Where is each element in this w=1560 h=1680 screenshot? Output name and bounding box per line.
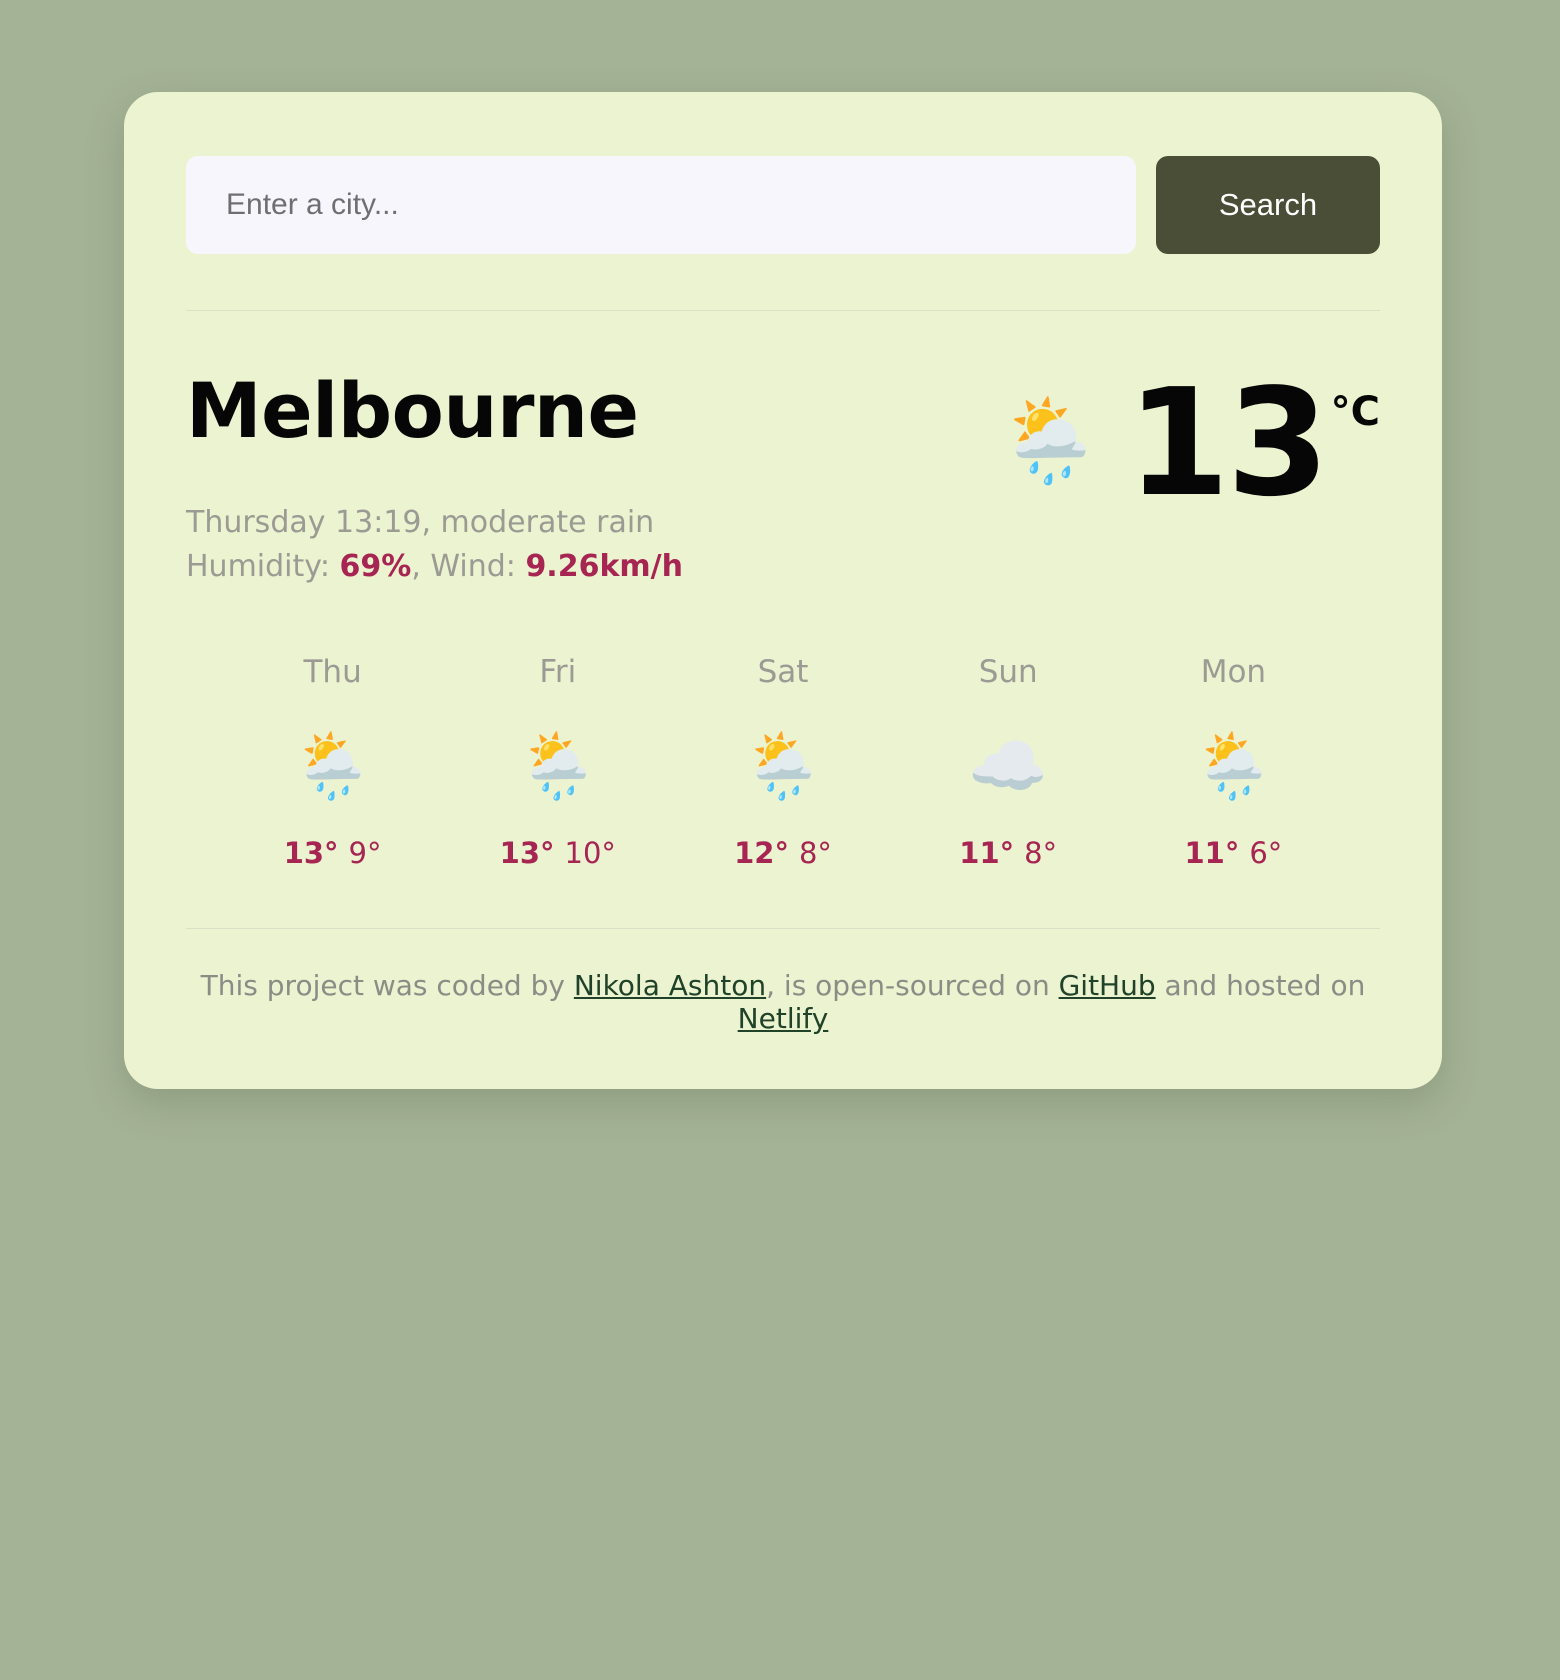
humidity-label: Humidity: <box>186 549 340 585</box>
forecast-day-temps: 11° 8° <box>896 836 1121 870</box>
github-link[interactable]: GitHub <box>1059 969 1156 1002</box>
sun-behind-rain-cloud-icon: 🌦️ <box>743 729 823 802</box>
current-conditions: Thursday 13:19, moderate rain Humidity: … <box>186 501 683 590</box>
app-background: Search Melbourne Thursday 13:19, moderat… <box>0 0 1560 1680</box>
forecast-day: Fri 🌦️ 13° 10° <box>445 654 670 870</box>
current-weather-section: Melbourne Thursday 13:19, moderate rain … <box>186 369 1380 590</box>
forecast-temp-min: 8° <box>798 835 832 870</box>
temperature-unit[interactable]: °C <box>1331 389 1380 435</box>
conditions-line: Thursday 13:19, moderate rain <box>186 505 655 540</box>
current-weather-details: Melbourne Thursday 13:19, moderate rain … <box>186 369 683 590</box>
forecast-temp-min: 9° <box>348 835 382 870</box>
forecast-temp-min: 6° <box>1249 835 1283 870</box>
forecast-temp-min: 10° <box>564 835 616 870</box>
forecast-day: Thu 🌦️ 13° 9° <box>220 654 445 870</box>
footer-text-3: and hosted on <box>1155 968 1366 1002</box>
forecast-temp-min: 8° <box>1024 835 1058 870</box>
forecast-day: Sun ☁️ 11° 8° <box>896 654 1121 870</box>
value-separator: , <box>411 549 431 585</box>
forecast-day-temps: 12° 8° <box>670 836 895 870</box>
forecast-temp-max: 12° <box>734 835 789 870</box>
footer-text-2: , is open-sourced on <box>766 968 1059 1002</box>
forecast-day-label: Mon <box>1200 653 1267 690</box>
search-button[interactable]: Search <box>1156 156 1380 254</box>
humidity-value: 69% <box>339 549 412 585</box>
forecast-day: Mon 🌦️ 11° 6° <box>1121 654 1346 870</box>
forecast-temp-max: 13° <box>283 835 339 870</box>
weather-card: Search Melbourne Thursday 13:19, moderat… <box>124 92 1442 1089</box>
sun-behind-rain-cloud-icon: 🌦️ <box>998 396 1101 487</box>
current-temperature-block: 🌦️ 13 °C <box>998 357 1380 529</box>
search-input[interactable] <box>186 156 1136 254</box>
forecast-day-label: Sat <box>757 653 809 690</box>
divider-top <box>186 310 1380 311</box>
sun-behind-rain-cloud-icon: 🌦️ <box>1193 729 1274 802</box>
wind-label: Wind: <box>430 549 526 585</box>
sun-behind-rain-cloud-icon: 🌦️ <box>292 729 373 802</box>
current-temperature-value: 13 <box>1126 357 1330 529</box>
divider-bottom <box>186 927 1380 929</box>
city-name: Melbourne <box>186 366 639 455</box>
footer-credit: This project was coded by Nikola Ashton,… <box>186 969 1380 1049</box>
forecast-temp-max: 11° <box>1184 835 1240 870</box>
footer-text-1: This project was coded by <box>200 968 574 1002</box>
forecast-day-label: Thu <box>303 653 362 690</box>
cloud-icon: ☁️ <box>968 729 1049 802</box>
forecast-day-label: Fri <box>539 653 577 690</box>
wind-value: 9.26km/h <box>525 549 683 585</box>
forecast-day-temps: 13° 10° <box>445 836 670 870</box>
search-form: Search <box>186 156 1380 254</box>
forecast-day-temps: 13° 9° <box>220 836 445 870</box>
netlify-link[interactable]: Netlify <box>738 1002 829 1035</box>
forecast-day-temps: 11° 6° <box>1121 836 1346 870</box>
forecast-temp-max: 11° <box>959 835 1015 870</box>
humidity-wind-line: Humidity: 69%, Wind: 9.26km/h <box>186 545 683 589</box>
author-link[interactable]: Nikola Ashton <box>574 969 766 1002</box>
forecast-day-label: Sun <box>978 653 1038 690</box>
forecast-row: Thu 🌦️ 13° 9° Fri 🌦️ 13° 10° Sat 🌦️ 12° 8° <box>186 654 1380 870</box>
forecast-temp-max: 13° <box>499 835 555 870</box>
sun-behind-rain-cloud-icon: 🌦️ <box>517 729 598 802</box>
forecast-day: Sat 🌦️ 12° 8° <box>670 654 895 870</box>
